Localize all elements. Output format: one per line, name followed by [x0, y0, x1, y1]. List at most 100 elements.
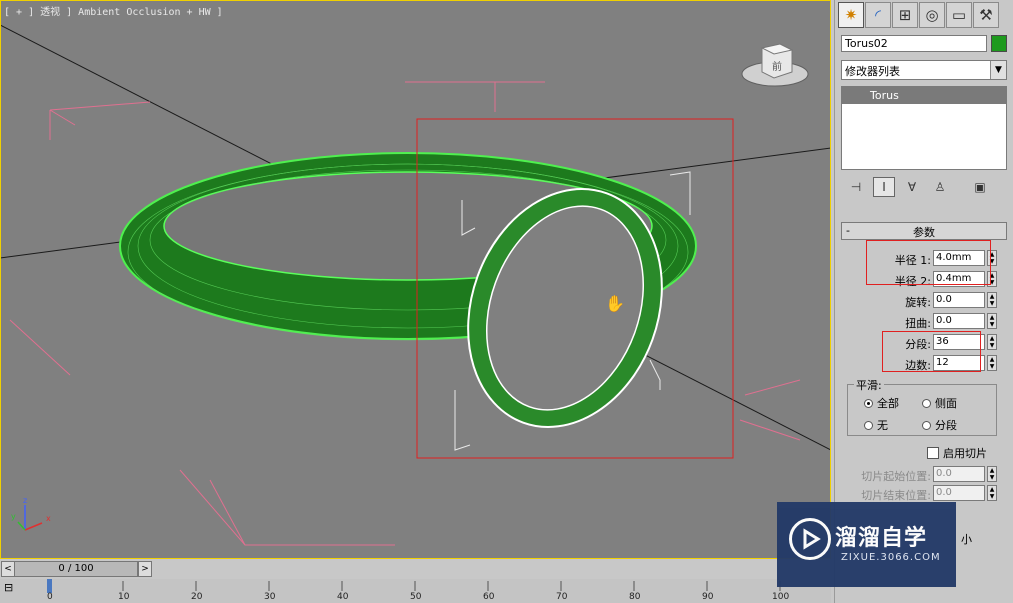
segments-label: 分段:: [905, 338, 931, 351]
radius1-label: 半径 1:: [894, 254, 931, 267]
hand-cursor-icon: ✋: [605, 294, 625, 313]
smooth-all-radio[interactable]: 全部: [864, 395, 899, 411]
parameters-rollout-header[interactable]: - 参数: [841, 222, 1007, 240]
slice-from-input[interactable]: 0.0: [933, 466, 985, 482]
smoothing-title: 平滑:: [854, 377, 884, 393]
slice-to-label: 切片结束位置:: [861, 489, 931, 502]
slice-to-input[interactable]: 0.0: [933, 485, 985, 501]
tick-label: 0: [47, 592, 53, 602]
stack-item-torus[interactable]: Torus: [842, 87, 1006, 104]
radio-icon: [864, 420, 873, 430]
pin-stack-icon[interactable]: ⊣: [845, 177, 867, 197]
twist-row: 扭曲: 0.0 ▲ ▼: [841, 313, 1007, 330]
axis-y-label: y: [11, 512, 16, 521]
slice-to-spinner[interactable]: ▲ ▼: [987, 485, 997, 501]
rotation-spinner[interactable]: ▲ ▼: [987, 292, 997, 308]
segments-spinner[interactable]: ▲ ▼: [987, 334, 997, 350]
smooth-segments-radio[interactable]: 分段: [922, 417, 957, 433]
checkbox-icon: [927, 447, 939, 459]
rotation-row: 旋转: 0.0 ▲ ▼: [841, 292, 1007, 309]
smooth-sides-label: 侧面: [935, 397, 957, 410]
radius2-row: 半径 2: 0.4mm ▲ ▼: [841, 271, 1007, 288]
chevron-down-icon[interactable]: ▼: [990, 61, 1006, 79]
twist-spinner[interactable]: ▲ ▼: [987, 313, 997, 329]
tick-label: 90: [702, 592, 714, 602]
slice-from-label: 切片起始位置:: [861, 470, 931, 483]
object-color-swatch[interactable]: [991, 35, 1007, 52]
smooth-none-radio[interactable]: 无: [864, 417, 888, 433]
modifier-list-label: 修改器列表: [845, 65, 900, 78]
smooth-all-label: 全部: [877, 397, 899, 410]
viewport-label[interactable]: [ + ] 透视 ] Ambient Occlusion + HW ]: [4, 3, 223, 18]
slice-to-row: 切片结束位置: 0.0 ▲ ▼: [841, 485, 1007, 502]
motion-tab[interactable]: ◎: [919, 2, 945, 28]
next-frame-button[interactable]: >: [138, 561, 152, 577]
radius2-spinner[interactable]: ▲ ▼: [987, 271, 997, 287]
radius2-input[interactable]: 0.4mm: [933, 271, 985, 287]
twist-label: 扭曲:: [905, 317, 931, 330]
curve-editor-icon[interactable]: ⊟: [4, 581, 26, 597]
create-icon: ✷: [844, 6, 858, 24]
play-logo-icon: [789, 518, 831, 560]
command-panel-tabs: ✷ ◜ ⊞ ◎ ▭ ⚒: [835, 2, 1013, 30]
motion-icon: ◎: [925, 6, 939, 24]
show-end-result-icon[interactable]: Ι: [873, 177, 895, 197]
smooth-none-label: 无: [877, 419, 888, 432]
radius2-label: 半径 2:: [894, 275, 931, 288]
create-tab[interactable]: ✷: [838, 2, 864, 28]
hierarchy-icon: ⊞: [898, 6, 912, 24]
tick-label: 50: [410, 592, 422, 602]
rotation-label: 旋转:: [905, 296, 931, 309]
viewcube-face-label: 前: [772, 60, 782, 73]
sides-spinner[interactable]: ▲ ▼: [987, 355, 997, 371]
modify-tab[interactable]: ◜: [865, 2, 891, 28]
radius1-row: 半径 1: 4.0mm ▲ ▼: [841, 250, 1007, 267]
segments-row: 分段: 36 ▲ ▼: [841, 334, 1007, 351]
tick-label: 80: [629, 592, 641, 602]
utilities-icon: ⚒: [979, 6, 993, 24]
tick-label: 100: [772, 592, 790, 602]
smooth-sides-radio[interactable]: 侧面: [922, 395, 957, 411]
display-tab[interactable]: ▭: [946, 2, 972, 28]
watermark-title: 溜溜自学: [835, 526, 928, 551]
axis-tripod-icon: [17, 505, 43, 531]
radio-icon: [922, 420, 931, 430]
modifier-stack[interactable]: Torus: [841, 86, 1007, 170]
sides-input[interactable]: 12: [933, 355, 985, 371]
tick-label: 40: [337, 592, 349, 602]
remove-modifier-icon[interactable]: ♙: [929, 177, 951, 197]
rollout-title: 参数: [913, 226, 935, 239]
sides-label: 边数:: [905, 359, 931, 372]
viewcube-icon[interactable]: 前: [740, 38, 810, 90]
modify-icon: ◜: [875, 6, 881, 24]
twist-input[interactable]: 0.0: [933, 313, 985, 329]
segments-input[interactable]: 36: [933, 334, 985, 350]
utilities-tab[interactable]: ⚒: [973, 2, 999, 28]
viewport-scene: [0, 24, 831, 546]
smoothing-group: 平滑: 全部 侧面 无 分段: [847, 377, 997, 436]
object-name-field[interactable]: Torus02: [841, 35, 987, 52]
partial-label: 小: [961, 533, 972, 546]
make-unique-icon[interactable]: ∀: [901, 177, 923, 197]
radius1-input[interactable]: 4.0mm: [933, 250, 985, 266]
modifier-list-dropdown[interactable]: 修改器列表 ▼: [841, 60, 1007, 80]
slice-from-spinner[interactable]: ▲ ▼: [987, 466, 997, 482]
prev-frame-button[interactable]: <: [1, 561, 15, 577]
sides-row: 边数: 12 ▲ ▼: [841, 355, 1007, 372]
tick-label: 70: [556, 592, 568, 602]
timeline: < 0 / 100 > ⊟ 0 10 20 30 40 50 60 70 80 …: [0, 559, 831, 603]
slice-on-checkbox[interactable]: 启用切片: [927, 445, 987, 461]
time-slider[interactable]: 0 / 100: [14, 561, 138, 577]
display-icon: ▭: [951, 6, 967, 24]
radius1-spinner[interactable]: ▲ ▼: [987, 250, 997, 266]
track-ticks: [47, 579, 781, 593]
rotation-input[interactable]: 0.0: [933, 292, 985, 308]
perspective-viewport[interactable]: [ + ] 透视 ] Ambient Occlusion + HW ] 前 x …: [0, 0, 831, 559]
smooth-segments-label: 分段: [935, 419, 957, 432]
tick-label: 20: [191, 592, 203, 602]
configure-sets-icon[interactable]: ▣: [969, 177, 991, 197]
slice-from-row: 切片起始位置: 0.0 ▲ ▼: [841, 466, 1007, 483]
hierarchy-tab[interactable]: ⊞: [892, 2, 918, 28]
radio-icon: [922, 398, 931, 408]
radio-selected-icon: [864, 398, 873, 408]
